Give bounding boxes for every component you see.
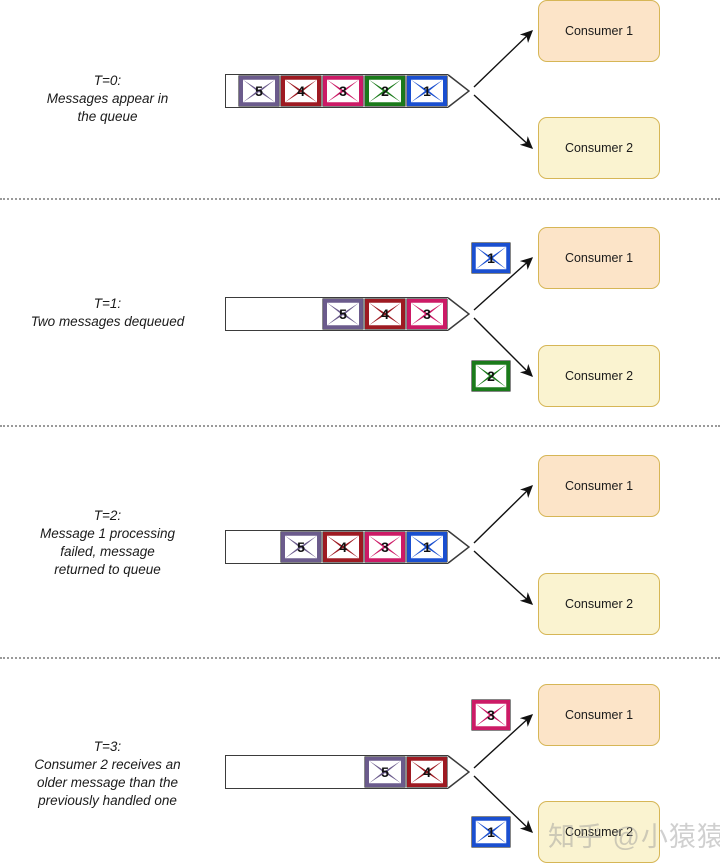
consumer-label: Consumer 1	[564, 708, 634, 722]
inflight-message-2[interactable]: 2	[471, 360, 511, 392]
queued-message-5[interactable]: 5	[364, 756, 406, 788]
consumer-box-1-t2[interactable]: Consumer 1	[538, 455, 660, 517]
queue-body: 5 4 3	[225, 297, 448, 331]
diagram-canvas: T=0: Messages appear in the queue 5 4 3 2	[0, 0, 720, 863]
consumer-box-2-t0[interactable]: Consumer 2	[538, 117, 660, 179]
caption-text-line: Message 1 processing	[39, 526, 176, 541]
queued-message-3[interactable]: 3	[406, 298, 448, 330]
row-divider-t2	[0, 657, 720, 659]
arrow-to-consumer-2	[473, 550, 534, 605]
row-caption-t2: T=2: Message 1 processing failed, message r…	[0, 507, 215, 579]
queued-message-1[interactable]: 1	[406, 75, 448, 107]
queued-message-1[interactable]: 1	[406, 531, 448, 563]
caption-text-line: previously handled one	[38, 793, 177, 808]
row-caption-t3: T=3: Consumer 2 receives an older message …	[0, 738, 215, 810]
consumer-box-2-t2[interactable]: Consumer 2	[538, 573, 660, 635]
message-queue-t1: 5 4 3	[225, 297, 470, 331]
queued-message-3[interactable]: 3	[322, 75, 364, 107]
queue-body: 5 4 3 1	[225, 530, 448, 564]
caption-text-line: returned to queue	[54, 562, 161, 577]
consumer-box-1-t3[interactable]: Consumer 1	[538, 684, 660, 746]
caption-text-line: Consumer 2 receives an	[34, 757, 181, 772]
consumer-label: Consumer 1	[564, 251, 634, 265]
consumer-box-2-t3[interactable]: Consumer 2	[538, 801, 660, 863]
queued-message-3[interactable]: 3	[364, 531, 406, 563]
caption-text-line: the queue	[77, 109, 138, 124]
queue-head-arrow	[448, 530, 470, 564]
caption-text-line: Messages appear in	[46, 91, 169, 106]
consumer-box-1-t0[interactable]: Consumer 1	[538, 0, 660, 62]
arrow-to-consumer-2	[473, 94, 534, 149]
caption-time-label: T=0:	[93, 73, 122, 88]
queued-message-4[interactable]: 4	[280, 75, 322, 107]
row-divider-t1	[0, 425, 720, 427]
caption-text-line: failed, message	[60, 544, 155, 559]
consumer-box-1-t1[interactable]: Consumer 1	[538, 227, 660, 289]
row-divider-t0	[0, 198, 720, 200]
row-caption-t0: T=0: Messages appear in the queue	[0, 72, 215, 126]
queue-body: 5 4 3 2 1	[225, 74, 448, 108]
queued-message-5[interactable]: 5	[322, 298, 364, 330]
consumer-label: Consumer 2	[564, 825, 634, 839]
queued-message-4[interactable]: 4	[406, 756, 448, 788]
message-queue-t0: 5 4 3 2 1	[225, 74, 470, 108]
queue-head-arrow	[448, 74, 470, 108]
queued-message-4[interactable]: 4	[322, 531, 364, 563]
message-queue-t2: 5 4 3 1	[225, 530, 470, 564]
consumer-label: Consumer 2	[564, 141, 634, 155]
arrow-to-consumer-1	[473, 30, 534, 88]
consumer-label: Consumer 1	[564, 479, 634, 493]
caption-text-line: Two messages dequeued	[30, 314, 185, 329]
consumer-box-2-t1[interactable]: Consumer 2	[538, 345, 660, 407]
queued-message-2[interactable]: 2	[364, 75, 406, 107]
caption-time-label: T=3:	[93, 739, 122, 754]
caption-time-label: T=2:	[93, 508, 122, 523]
queue-head-arrow	[448, 297, 470, 331]
queue-head-arrow	[448, 755, 470, 789]
arrow-to-consumer-1	[473, 485, 533, 544]
queued-message-4[interactable]: 4	[364, 298, 406, 330]
row-caption-t1: T=1: Two messages dequeued	[0, 295, 215, 331]
caption-text-line: older message than the	[36, 775, 179, 790]
consumer-label: Consumer 2	[564, 597, 634, 611]
queue-body: 5 4	[225, 755, 448, 789]
caption-time-label: T=1:	[93, 296, 122, 311]
consumer-label: Consumer 2	[564, 369, 634, 383]
inflight-message-1[interactable]: 1	[471, 242, 511, 274]
queued-message-5[interactable]: 5	[280, 531, 322, 563]
queued-message-5[interactable]: 5	[238, 75, 280, 107]
inflight-message-1[interactable]: 1	[471, 816, 511, 848]
inflight-message-3[interactable]: 3	[471, 699, 511, 731]
consumer-label: Consumer 1	[564, 24, 634, 38]
message-queue-t3: 5 4	[225, 755, 470, 789]
